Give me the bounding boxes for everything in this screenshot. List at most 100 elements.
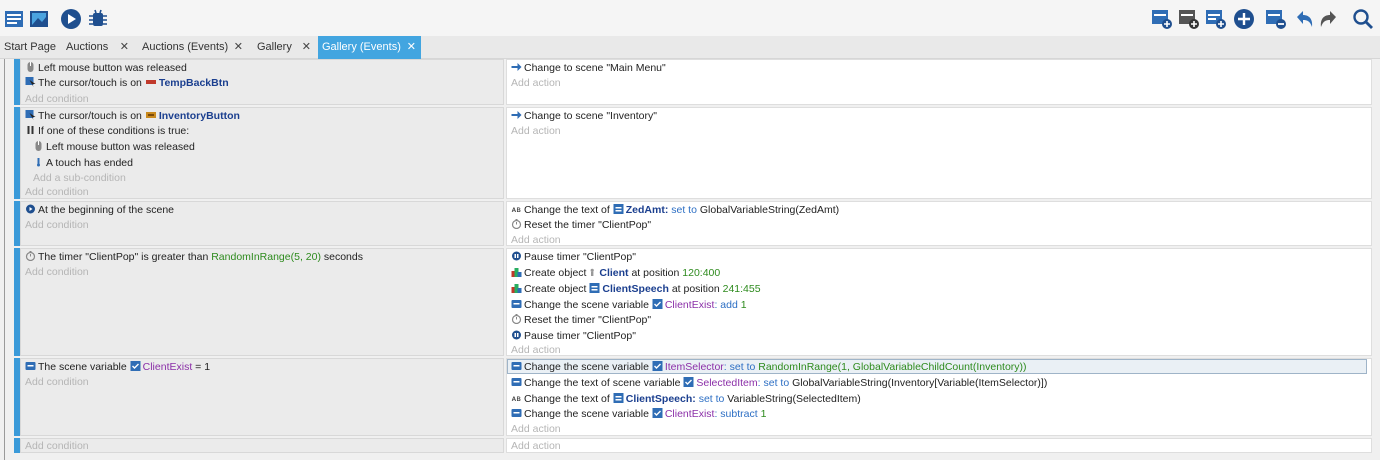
condition[interactable]: Left mouse button was released bbox=[25, 61, 187, 76]
action-value: "ClientPop" bbox=[598, 219, 652, 231]
action[interactable]: Pause timer "ClientPop" bbox=[511, 250, 636, 265]
action[interactable]: Reset the timer "ClientPop" bbox=[511, 218, 651, 233]
event-row[interactable]: Add condition Add action bbox=[14, 438, 1372, 453]
actions-panel[interactable]: Change to scene "Inventory" Add action bbox=[506, 107, 1372, 199]
add-action-link[interactable]: Add action bbox=[511, 233, 561, 248]
add-action-link[interactable]: Add action bbox=[511, 343, 561, 358]
action-text: Change the scene variable bbox=[524, 299, 649, 311]
event-row[interactable]: At the beginning of the scene Add condit… bbox=[14, 201, 1372, 246]
add-action-link[interactable]: Add action bbox=[511, 76, 561, 91]
add-condition-link[interactable]: Add condition bbox=[25, 218, 89, 233]
sub-condition[interactable]: A touch has ended bbox=[33, 156, 133, 171]
action[interactable]: Change to scene "Inventory" bbox=[511, 109, 657, 124]
conditions-panel[interactable]: Left mouse button was released The curso… bbox=[20, 59, 504, 105]
condition[interactable]: If one of these conditions is true: bbox=[25, 124, 189, 139]
events-list-icon[interactable] bbox=[3, 8, 25, 30]
event-row[interactable]: The scene variable ClientExist = 1 Add c… bbox=[14, 358, 1372, 436]
separator: : bbox=[723, 361, 727, 373]
conditions-panel[interactable]: The timer "ClientPop" is greater than Ra… bbox=[20, 248, 504, 356]
add-condition-link[interactable]: Add condition bbox=[25, 375, 89, 390]
action-text: Change to scene bbox=[524, 110, 604, 122]
action-value: "Inventory" bbox=[606, 110, 657, 122]
sub-condition[interactable]: Left mouse button was released bbox=[33, 140, 195, 155]
operator: set to bbox=[729, 361, 756, 373]
add-condition-link[interactable]: Add condition bbox=[25, 439, 89, 454]
object-name: ClientSpeech bbox=[602, 283, 669, 295]
action[interactable]: Create object ClientSpeech at position 2… bbox=[511, 282, 761, 297]
redo-icon[interactable] bbox=[1318, 8, 1340, 30]
action[interactable]: ᴀʙ Change the text of ZedAmt: set to Glob… bbox=[511, 203, 839, 218]
separator: : bbox=[692, 393, 696, 405]
condition[interactable]: The cursor/touch is on TempBackBtn bbox=[25, 76, 229, 91]
add-condition-link[interactable]: Add condition bbox=[25, 265, 89, 280]
add-subcondition-link[interactable]: Add a sub-condition bbox=[33, 171, 126, 186]
action-value: 1 bbox=[760, 408, 767, 420]
add-action-link[interactable]: Add action bbox=[511, 439, 561, 454]
action[interactable]: Reset the timer "ClientPop" bbox=[511, 313, 651, 328]
undo-icon[interactable] bbox=[1293, 8, 1315, 30]
action-text: Pause timer bbox=[524, 251, 581, 263]
variable-name: ItemSelector bbox=[664, 361, 724, 373]
close-icon[interactable]: ✕ bbox=[234, 36, 243, 58]
conditions-panel[interactable]: Add condition bbox=[20, 438, 504, 453]
event-row[interactable]: The cursor/touch is on InventoryButton I… bbox=[14, 107, 1372, 199]
add-condition-link[interactable]: Add condition bbox=[25, 92, 89, 107]
object-icon bbox=[590, 268, 595, 276]
event-row[interactable]: The timer "ClientPop" is greater than Ra… bbox=[14, 248, 1372, 356]
action[interactable]: Change the scene variable ClientExist: a… bbox=[511, 298, 747, 313]
conditions-panel[interactable]: At the beginning of the scene Add condit… bbox=[20, 201, 504, 246]
condition[interactable]: At the beginning of the scene bbox=[25, 203, 174, 218]
condition-text: The scene variable bbox=[38, 361, 127, 373]
add-subevent-icon[interactable] bbox=[1178, 8, 1200, 30]
actions-panel[interactable]: Change the scene variable ItemSelector: … bbox=[506, 358, 1372, 436]
tab-gallery[interactable]: Gallery ✕ bbox=[253, 36, 316, 59]
action-value: VariableString(SelectedItem) bbox=[727, 393, 861, 405]
preview-play-icon[interactable] bbox=[60, 8, 82, 30]
debugger-icon[interactable] bbox=[87, 8, 109, 30]
action[interactable]: Change to scene "Main Menu" bbox=[511, 61, 666, 76]
tab-label: Auctions bbox=[66, 41, 109, 53]
search-icon[interactable] bbox=[1352, 8, 1374, 30]
condition-text: mouse button was released bbox=[66, 141, 195, 153]
add-instruction-icon[interactable] bbox=[1233, 8, 1255, 30]
action[interactable]: ᴀʙ Change the text of ClientSpeech: set t… bbox=[511, 392, 861, 407]
action[interactable]: Change the text of scene variable Select… bbox=[511, 376, 1047, 391]
close-icon[interactable]: ✕ bbox=[302, 36, 311, 58]
condition[interactable]: The scene variable ClientExist = 1 bbox=[25, 360, 210, 375]
tab-gallery-events[interactable]: Gallery (Events) ✕ bbox=[318, 36, 421, 59]
scene-editor-icon[interactable] bbox=[28, 8, 50, 30]
add-comment-icon[interactable] bbox=[1205, 8, 1227, 30]
action[interactable]: Create object Client at position 120:400 bbox=[511, 266, 720, 281]
add-action-link[interactable]: Add action bbox=[511, 124, 561, 139]
close-icon[interactable]: ✕ bbox=[120, 36, 129, 58]
object-icon bbox=[145, 112, 156, 118]
delete-icon[interactable] bbox=[1265, 8, 1287, 30]
tab-auctions[interactable]: Auctions ✕ bbox=[62, 36, 134, 59]
add-condition-link[interactable]: Add condition bbox=[25, 185, 89, 200]
action-text: Reset the timer bbox=[524, 219, 596, 231]
variable-icon bbox=[652, 408, 663, 418]
variable-icon bbox=[130, 361, 141, 371]
condition[interactable]: The cursor/touch is on InventoryButton bbox=[25, 109, 240, 124]
condition-text: mouse button was released bbox=[58, 62, 187, 74]
conditions-panel[interactable]: The scene variable ClientExist = 1 Add c… bbox=[20, 358, 504, 436]
condition[interactable]: The timer "ClientPop" is greater than Ra… bbox=[25, 250, 363, 265]
tab-start-page[interactable]: Start Page bbox=[0, 36, 58, 59]
add-event-icon[interactable] bbox=[1151, 8, 1173, 30]
actions-panel[interactable]: Change to scene "Main Menu" Add action bbox=[506, 59, 1372, 105]
tab-auctions-events[interactable]: Auctions (Events) ✕ bbox=[138, 36, 248, 59]
actions-panel[interactable]: Add action bbox=[506, 438, 1372, 453]
tab-label: Auctions (Events) bbox=[142, 41, 229, 53]
actions-panel[interactable]: Pause timer "ClientPop" Create object Cl… bbox=[506, 248, 1372, 356]
action-selected[interactable]: Change the scene variable ItemSelector: … bbox=[511, 360, 1027, 375]
object-name: Client bbox=[599, 267, 629, 279]
add-action-link[interactable]: Add action bbox=[511, 422, 561, 437]
event-row[interactable]: Left mouse button was released The curso… bbox=[14, 59, 1372, 105]
actions-panel[interactable]: ᴀʙ Change the text of ZedAmt: set to Glob… bbox=[506, 201, 1372, 246]
conditions-panel[interactable]: The cursor/touch is on InventoryButton I… bbox=[20, 107, 504, 199]
condition-text: Left bbox=[46, 141, 64, 153]
action[interactable]: Change the scene variable ClientExist: s… bbox=[511, 407, 766, 422]
object-icon bbox=[613, 393, 624, 403]
close-icon[interactable]: ✕ bbox=[407, 36, 416, 58]
action[interactable]: Pause timer "ClientPop" bbox=[511, 329, 636, 344]
